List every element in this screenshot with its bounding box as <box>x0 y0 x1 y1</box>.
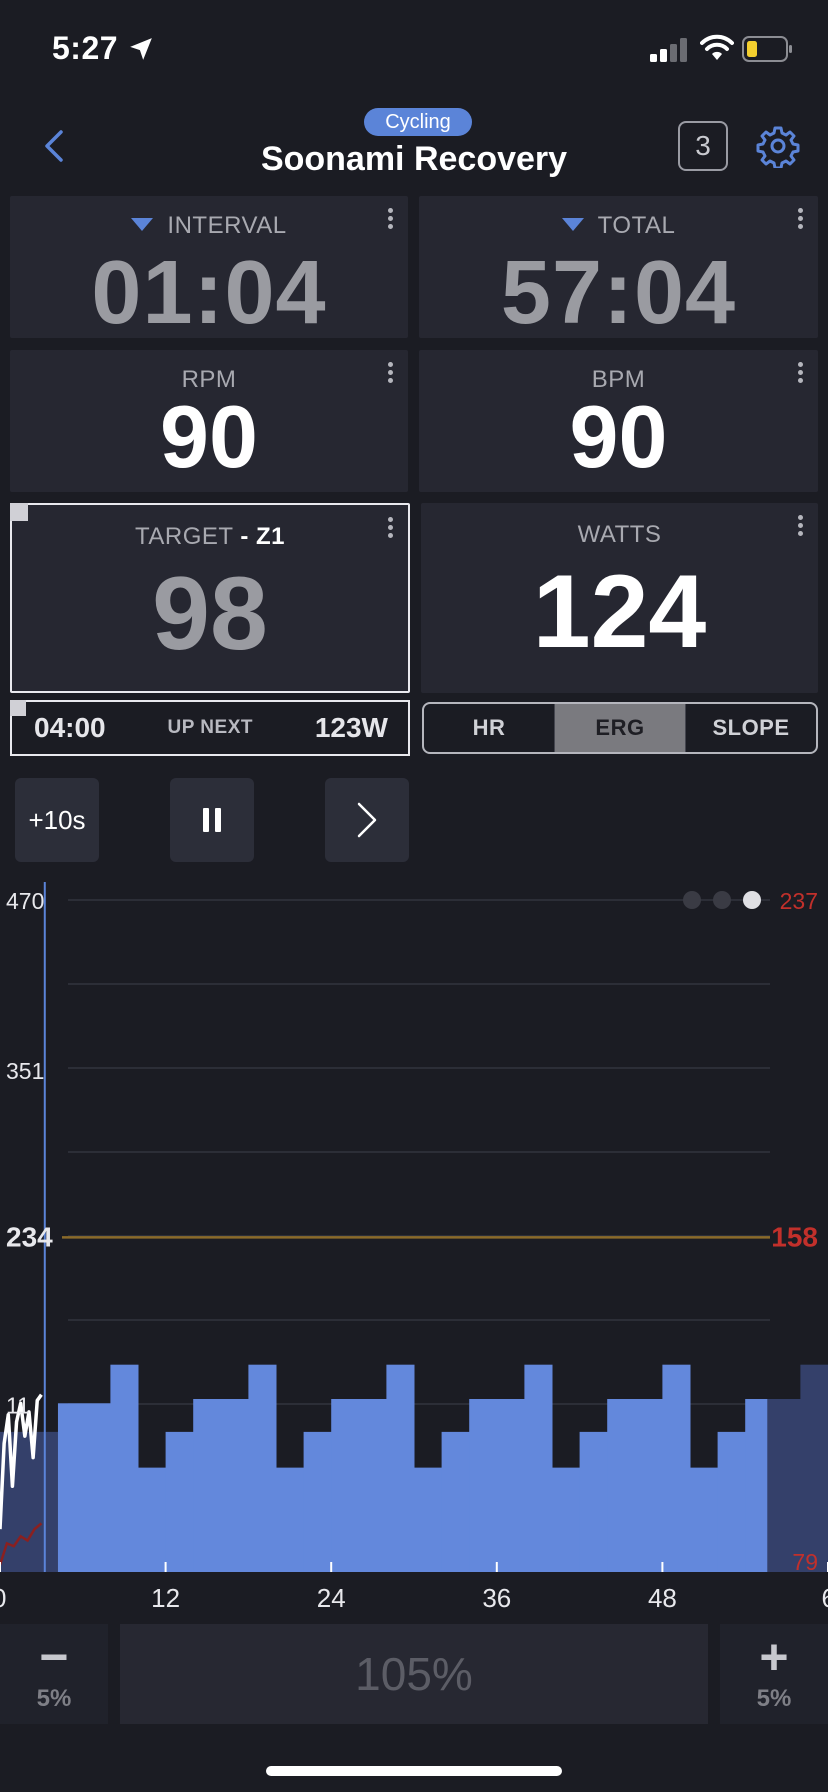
y-tick-label-right: 237 <box>780 888 818 914</box>
y-tick-label-left: 11 <box>6 1393 30 1419</box>
decrease-intensity-button[interactable]: − 5% <box>0 1624 108 1724</box>
segment-bar <box>248 1364 277 1572</box>
rpm-value: 90 <box>160 387 258 486</box>
plus-icon: + <box>759 1629 789 1685</box>
triangle-down-icon <box>561 218 584 232</box>
page-dot[interactable] <box>683 891 701 909</box>
segment-bar <box>607 1398 663 1572</box>
up-next-duration: 04:00 <box>34 712 106 743</box>
rpm-tile[interactable]: RPM 90 <box>10 350 408 492</box>
decrease-step-label: 5% <box>36 1685 72 1712</box>
y-tick-label-left: 351 <box>6 1058 44 1084</box>
pause-icon <box>203 808 221 832</box>
more-options-icon[interactable] <box>388 208 394 230</box>
segment-bar <box>745 1398 768 1572</box>
segment-bar <box>690 1467 719 1572</box>
status-time: 5:27 <box>52 30 119 66</box>
segment-bar <box>138 1467 167 1572</box>
interval-tile[interactable]: INTERVAL 01:04 <box>10 196 408 343</box>
y-tick-label-right: 158 <box>771 1221 818 1252</box>
watts-tile[interactable]: WATTS 124 <box>421 503 818 693</box>
chart-segments <box>0 1364 828 1572</box>
target-value: 98 <box>152 556 268 672</box>
segment-bar <box>441 1431 470 1572</box>
segment-bar <box>717 1431 746 1572</box>
increase-intensity-button[interactable]: + 5% <box>720 1624 828 1724</box>
bpm-tile[interactable]: BPM 90 <box>419 350 818 492</box>
intensity-value: 105% <box>120 1624 708 1724</box>
segment-bar <box>193 1398 249 1572</box>
target-label: TARGET <box>135 523 234 550</box>
segment-bar <box>579 1431 608 1572</box>
y-tick-label-left: 234 <box>6 1221 53 1252</box>
target-tile[interactable]: TARGET - Z1 98 <box>10 503 410 693</box>
cellular-signal-icon <box>650 38 687 62</box>
more-options-icon[interactable] <box>798 208 804 230</box>
segment-bar <box>276 1467 305 1572</box>
pause-button[interactable] <box>170 778 254 862</box>
triangle-down-icon <box>131 218 154 232</box>
y-tick-label-right: 79 <box>792 1549 818 1575</box>
x-tick-label: 36 <box>482 1583 511 1613</box>
x-tick-label: 48 <box>648 1583 677 1613</box>
page-dot[interactable] <box>713 891 731 909</box>
segment-bar <box>165 1431 194 1572</box>
category-badge: Cycling <box>364 108 472 136</box>
more-options-icon[interactable] <box>388 362 394 384</box>
total-value: 57:04 <box>500 243 737 343</box>
segment-bar <box>414 1467 443 1572</box>
up-next-bar[interactable]: 04:00 UP NEXT 123W <box>10 700 410 756</box>
segment-bar <box>331 1398 387 1572</box>
increase-step-label: 5% <box>756 1685 792 1712</box>
workout-chart[interactable]: 470 351 234 11 237 158 79 0 12 24 36 48 6 <box>0 870 828 1630</box>
segment-bar <box>767 1398 801 1572</box>
more-options-icon[interactable] <box>798 362 804 384</box>
interval-count-button[interactable]: 3 <box>678 121 728 171</box>
page-dot-active[interactable] <box>743 891 761 909</box>
segment-bar <box>303 1431 332 1572</box>
home-indicator[interactable] <box>266 1766 562 1776</box>
chevron-right-icon <box>357 802 377 838</box>
corner-marker <box>10 700 26 716</box>
add-10s-button[interactable]: +10s <box>15 778 99 862</box>
skip-next-button[interactable] <box>325 778 409 862</box>
segment-bar <box>110 1364 139 1572</box>
segment-bar <box>469 1398 525 1572</box>
interval-label: INTERVAL <box>167 212 287 239</box>
segment-bar <box>552 1467 581 1572</box>
battery-icon <box>742 36 792 62</box>
more-options-icon[interactable] <box>388 517 394 539</box>
mode-selector: HR ERG SLOPE <box>422 702 818 754</box>
total-label: TOTAL <box>597 212 676 239</box>
watts-value: 124 <box>532 554 707 670</box>
x-tick-label: 6 <box>822 1583 828 1613</box>
minus-icon: − <box>39 1629 69 1685</box>
interval-value: 01:04 <box>91 243 327 343</box>
x-tick-label: 24 <box>317 1583 346 1613</box>
segment-bar <box>57 1403 111 1572</box>
mode-hr[interactable]: HR <box>424 704 554 752</box>
x-tick-label: 0 <box>0 1583 6 1613</box>
segment-bar <box>524 1364 553 1572</box>
watts-label: WATTS <box>577 521 662 548</box>
segment-bar <box>662 1364 691 1572</box>
bpm-value: 90 <box>569 387 668 486</box>
location-arrow-icon <box>130 38 152 60</box>
y-tick-label-left: 470 <box>6 888 44 914</box>
settings-gear-icon[interactable] <box>756 124 800 168</box>
segment-bar <box>386 1364 415 1572</box>
segment-bar <box>800 1364 828 1572</box>
wifi-icon <box>700 34 734 60</box>
up-next-watts: 123W <box>314 712 388 743</box>
up-next-label: UP NEXT <box>167 717 253 738</box>
page-indicator[interactable] <box>683 891 761 909</box>
corner-marker <box>10 503 28 521</box>
x-tick-label: 12 <box>151 1583 180 1613</box>
more-options-icon[interactable] <box>798 515 804 537</box>
target-zone: - Z1 <box>240 523 285 550</box>
mode-erg[interactable]: ERG <box>554 704 685 752</box>
mode-slope[interactable]: SLOPE <box>685 704 816 752</box>
total-tile[interactable]: TOTAL 57:04 <box>419 196 818 343</box>
